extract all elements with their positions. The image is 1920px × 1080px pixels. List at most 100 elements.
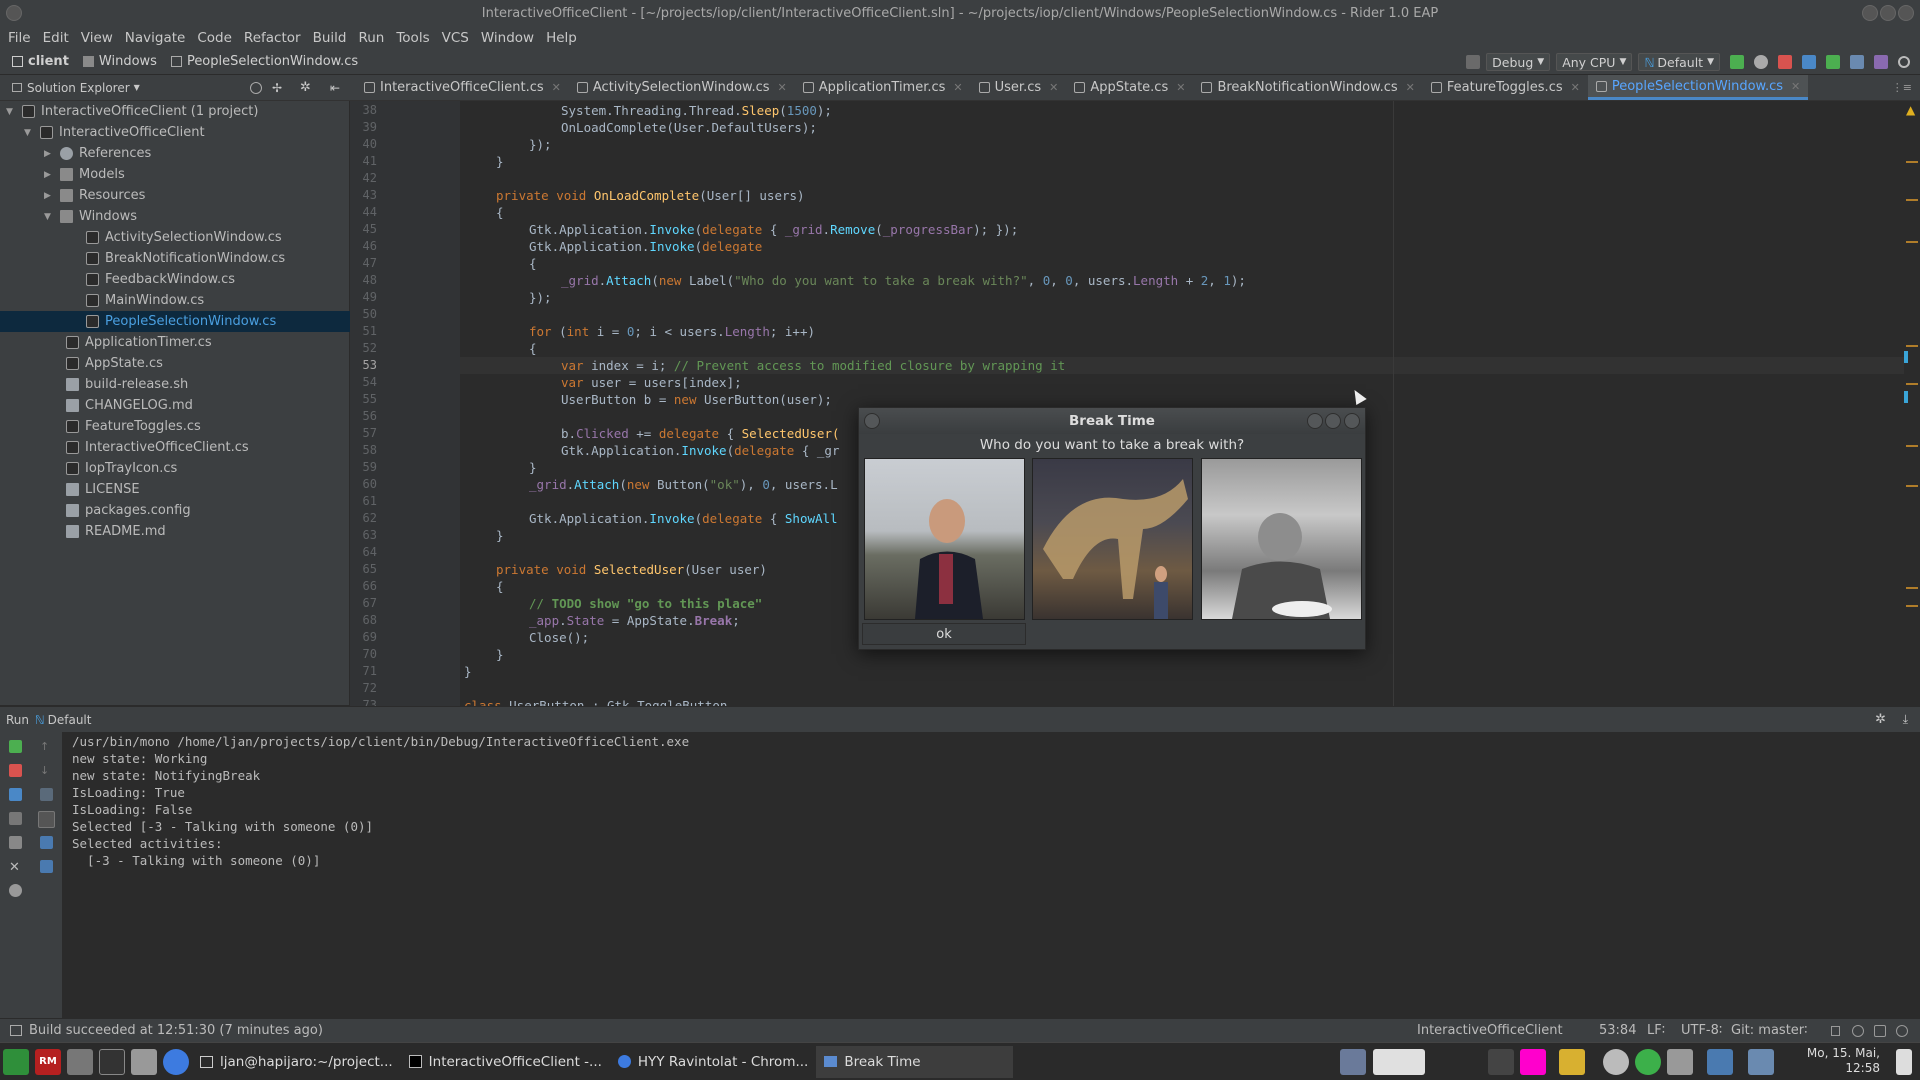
run-config-select[interactable]: ℕ Default ▼ <box>1638 53 1720 71</box>
ok-button[interactable]: ok <box>862 623 1026 645</box>
stop-icon[interactable] <box>1778 55 1792 69</box>
console-app-icon[interactable] <box>99 1048 125 1075</box>
file-encoding[interactable]: UTF-8∶ <box>1681 1023 1722 1038</box>
menu-tools[interactable]: Tools <box>396 30 429 46</box>
close-tab-icon[interactable]: ✕ <box>1049 81 1058 94</box>
rubymine-app-icon[interactable]: RM <box>35 1048 61 1075</box>
taskbar-item-chrome[interactable]: HYY Ravintolat - Chrom... <box>610 1046 816 1078</box>
sync-ok-icon[interactable] <box>1635 1048 1661 1075</box>
menu-code[interactable]: Code <box>197 30 232 46</box>
close-tab-icon[interactable]: ✕ <box>1406 81 1415 94</box>
tree-item-file[interactable]: IopTrayIcon.cs <box>0 458 350 479</box>
menu-navigate[interactable]: Navigate <box>125 30 186 46</box>
menu-edit[interactable]: Edit <box>43 30 69 46</box>
menu-file[interactable]: File <box>8 30 31 46</box>
show-desktop-icon[interactable] <box>1896 1048 1912 1075</box>
debug-icon[interactable] <box>1754 55 1768 69</box>
tab-appstate[interactable]: AppState.cs ✕ <box>1066 75 1193 100</box>
status-message[interactable]: Build succeeded at 12:51:30 (7 minutes a… <box>29 1023 323 1038</box>
close-icon[interactable]: ✕ <box>9 860 22 875</box>
line-separator[interactable]: LF∶ <box>1647 1023 1665 1038</box>
tree-item-file[interactable]: BreakNotificationWindow.cs <box>0 248 350 269</box>
close-button[interactable] <box>1344 413 1360 429</box>
close-tab-icon[interactable]: ✕ <box>778 81 787 94</box>
maximize-button[interactable] <box>1325 413 1341 429</box>
tree-item-file[interactable]: build-release.sh <box>0 374 350 395</box>
gear-icon[interactable] <box>1603 1048 1629 1075</box>
keyboard-icon[interactable] <box>1373 1048 1425 1075</box>
network-icon[interactable] <box>1707 1048 1733 1075</box>
taskbar-item-rider[interactable]: InteractiveOfficeClient -... <box>401 1046 610 1078</box>
close-button[interactable] <box>1898 5 1914 21</box>
tab-breaknotificationwindow[interactable]: BreakNotificationWindow.cs ✕ <box>1193 75 1422 100</box>
menu-build[interactable]: Build <box>313 30 347 46</box>
tool-windows-icon[interactable] <box>10 1025 22 1036</box>
tree-item-project[interactable]: ▼ InteractiveOfficeClient <box>0 122 350 143</box>
user-photo-button[interactable] <box>1032 458 1193 620</box>
run-console[interactable]: /usr/bin/mono /home/ljan/projects/iop/cl… <box>62 732 1920 1018</box>
minimize-button[interactable] <box>1307 413 1323 429</box>
close-tab-icon[interactable]: ✕ <box>1176 81 1185 94</box>
hide-panel-icon[interactable]: ⇤ <box>330 81 340 95</box>
menu-view[interactable]: View <box>81 30 113 46</box>
vcs-update-icon[interactable] <box>1802 55 1816 69</box>
soft-wrap-icon[interactable] <box>40 788 53 801</box>
tab-list-icon[interactable]: ⋮≡ <box>1892 81 1912 94</box>
memory-icon[interactable] <box>1874 1024 1886 1037</box>
breadcrumb-windows[interactable]: Windows <box>82 54 157 69</box>
status-project[interactable]: InteractiveOfficeClient <box>1417 1023 1563 1038</box>
warning-icon[interactable]: ▲ <box>1906 103 1915 117</box>
tree-item-file[interactable]: AppState.cs <box>0 353 350 374</box>
clear-all-icon[interactable] <box>40 860 53 873</box>
undo-icon[interactable] <box>1874 55 1888 69</box>
close-tab-icon[interactable]: ✕ <box>1571 81 1580 94</box>
notes-icon[interactable] <box>1559 1048 1585 1075</box>
menu-help[interactable]: Help <box>546 30 577 46</box>
solution-explorer-title[interactable]: Solution Explorer <box>27 81 130 95</box>
stop-icon[interactable] <box>9 764 22 777</box>
battery-icon[interactable] <box>1748 1048 1774 1075</box>
tree-item-file[interactable]: ApplicationTimer.cs <box>0 332 350 353</box>
tab-interactiveofficeclient[interactable]: InteractiveOfficeClient.cs ✕ <box>356 75 569 100</box>
tree-item-references[interactable]: ▶ References <box>0 143 350 164</box>
color-picker-icon[interactable] <box>1520 1048 1546 1075</box>
vcs-history-icon[interactable] <box>1850 55 1864 69</box>
taskbar-item-break-time[interactable]: Break Time <box>816 1045 1014 1078</box>
file-manager-icon[interactable] <box>67 1048 93 1075</box>
dropbox-icon[interactable] <box>1488 1048 1514 1075</box>
window-menu-icon[interactable] <box>864 413 880 429</box>
menu-run[interactable]: Run <box>358 30 384 46</box>
minimize-button[interactable] <box>1862 5 1878 21</box>
window-menu-icon[interactable] <box>6 5 22 21</box>
tree-item-file[interactable]: FeedbackWindow.cs <box>0 269 350 290</box>
user-photo-button[interactable] <box>864 458 1025 620</box>
volume-icon[interactable] <box>1667 1048 1693 1075</box>
tab-peopleselectionwindow[interactable]: PeopleSelectionWindow.cs ✕ <box>1587 75 1809 100</box>
build-icon[interactable] <box>1466 55 1481 69</box>
breadcrumb-client[interactable]: client <box>12 54 69 69</box>
tree-item-file[interactable]: README.md <box>0 521 350 542</box>
tree-item-models[interactable]: ▶ Models <box>0 164 350 185</box>
tree-item-resources[interactable]: ▶ Resources <box>0 185 350 206</box>
tree-item-file[interactable]: FeatureToggles.cs <box>0 416 350 437</box>
chrome-app-icon[interactable] <box>163 1048 189 1075</box>
update-icon[interactable] <box>1340 1048 1366 1075</box>
tree-item-file[interactable]: CHANGELOG.md <box>0 395 350 416</box>
clock[interactable]: Mo, 15. Mai, 12:58 <box>1800 1046 1880 1076</box>
down-arrow-icon[interactable]: ↓ <box>40 764 53 777</box>
menu-refactor[interactable]: Refactor <box>244 30 301 46</box>
dialog-titlebar[interactable]: Break Time <box>859 408 1365 434</box>
vcs-branch[interactable]: Git: master∶ <box>1731 1023 1808 1038</box>
close-tab-icon[interactable]: ✕ <box>1791 80 1800 93</box>
run-config-tab[interactable]: Default <box>48 713 92 727</box>
tab-featuretoggles[interactable]: FeatureToggles.cs ✕ <box>1423 75 1588 100</box>
print-icon[interactable] <box>40 836 53 849</box>
collapse-icon[interactable]: ✢ <box>272 81 282 95</box>
tree-item-file-selected[interactable]: PeopleSelectionWindow.cs <box>0 311 350 332</box>
text-editor-icon[interactable] <box>131 1048 157 1075</box>
tab-user[interactable]: User.cs ✕ <box>971 75 1067 100</box>
terminal-app-icon[interactable] <box>3 1048 29 1075</box>
tree-item-file[interactable]: MainWindow.cs <box>0 290 350 311</box>
tree-item-file[interactable]: packages.config <box>0 500 350 521</box>
scroll-to-end-icon[interactable] <box>38 811 55 828</box>
